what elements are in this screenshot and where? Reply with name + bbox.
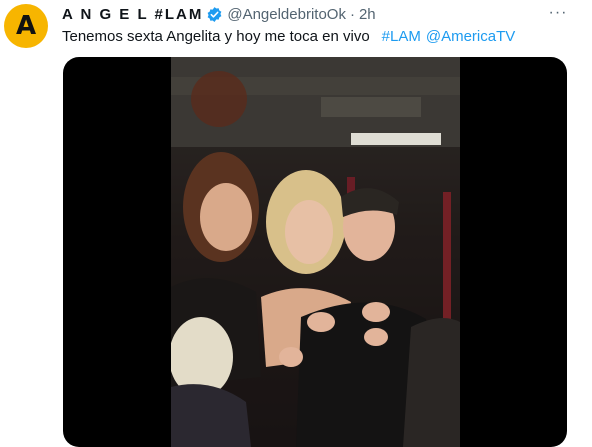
tweet: A A N G E L #LAM @AngeldebritoOk · 2h ··… (0, 0, 592, 447)
tweet-header: A N G E L #LAM @AngeldebritoOk · 2h (62, 4, 376, 24)
tweet-video[interactable] (63, 57, 567, 447)
video-frame[interactable] (171, 57, 460, 447)
avatar-letter: A (15, 11, 37, 41)
verified-badge-icon (206, 6, 223, 23)
handle[interactable]: @AngeldebritoOk (227, 6, 346, 23)
tweet-body: Tenemos sexta Angelita y hoy me toca en … (62, 27, 370, 45)
avatar[interactable]: A (4, 4, 48, 48)
more-horizontal-icon[interactable]: ··· (546, 4, 570, 22)
tweet-text: Tenemos sexta Angelita y hoy me toca en … (62, 26, 515, 46)
timestamp[interactable]: 2h (359, 6, 376, 23)
separator-dot: · (349, 5, 355, 23)
display-name[interactable]: A N G E L #LAM (62, 6, 203, 23)
video-still (171, 57, 460, 447)
hashtag-link[interactable]: #LAM (382, 28, 421, 45)
mention-link[interactable]: @AmericaTV (426, 28, 515, 45)
